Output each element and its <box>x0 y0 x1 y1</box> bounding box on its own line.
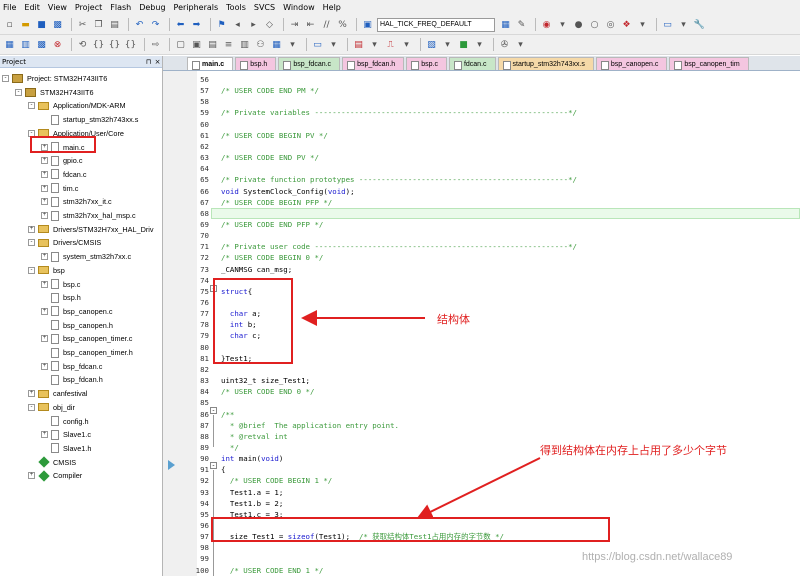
annotation-arrows <box>301 310 541 519</box>
struct-annotation: 结构体 <box>437 313 470 326</box>
sizeof-arrow <box>416 457 541 519</box>
watermark: https://blog.csdn.net/wallace89 <box>582 551 733 563</box>
sizeof-annotation: 得到结构体在内存上占用了多少个字节 <box>540 444 727 457</box>
